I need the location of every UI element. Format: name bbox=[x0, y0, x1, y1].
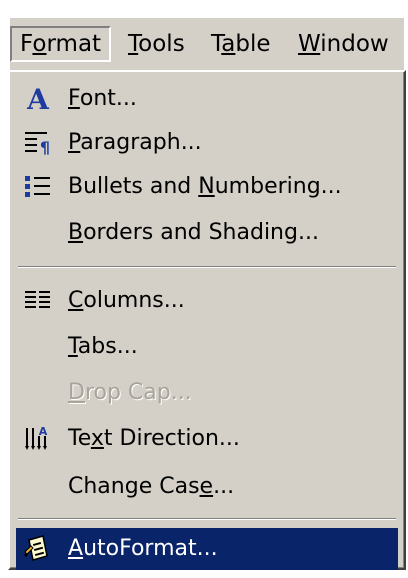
menu-table-mnemonic: a bbox=[221, 31, 236, 57]
tabs-label-text: abs... bbox=[77, 334, 138, 359]
menu-item-autoformat-label: AutoFormat... bbox=[68, 528, 218, 570]
change-case-label-text-a: Change Cas bbox=[68, 474, 200, 499]
font-label-text: ont... bbox=[79, 86, 137, 111]
menu-table-text-a: T bbox=[211, 31, 222, 57]
menu-window[interactable]: Window bbox=[298, 26, 389, 62]
menu-item-text-direction[interactable]: A Text Direction... bbox=[16, 418, 398, 460]
menu-item-change-case[interactable]: Change Case... bbox=[16, 466, 398, 508]
bullets-icon bbox=[22, 172, 54, 202]
menu-item-tabs-label: Tabs... bbox=[68, 326, 138, 368]
text-direction-icon: A bbox=[22, 424, 54, 454]
bullets-mnemonic: N bbox=[198, 174, 215, 199]
font-mnemonic: F bbox=[68, 86, 80, 111]
paragraph-label-text: aragraph... bbox=[80, 130, 202, 155]
menu-item-paragraph-label: Paragraph... bbox=[68, 122, 202, 164]
menu-item-columns[interactable]: Columns... bbox=[16, 280, 398, 322]
menu-table[interactable]: Table bbox=[211, 26, 271, 62]
bullets-label-text-b: umbering... bbox=[214, 174, 342, 199]
drop-cap-mnemonic: D bbox=[68, 380, 85, 405]
change-case-mnemonic: e bbox=[199, 474, 214, 499]
menu-tools[interactable]: Tools bbox=[128, 26, 185, 62]
menu-table-text-b: ble bbox=[235, 31, 271, 57]
menu-format[interactable]: Format bbox=[10, 26, 112, 62]
menu-window-mnemonic: W bbox=[298, 31, 321, 57]
columns-icon bbox=[22, 286, 54, 316]
font-icon: A bbox=[22, 84, 54, 114]
paragraph-icon: ¶ bbox=[22, 128, 54, 158]
menu-item-drop-cap-label: Drop Cap... bbox=[68, 372, 192, 414]
menu-window-text: indow bbox=[320, 31, 389, 57]
autoformat-label-text: utoFormat... bbox=[83, 536, 218, 561]
paragraph-mnemonic: P bbox=[68, 130, 81, 155]
svg-text:¶: ¶ bbox=[40, 138, 50, 157]
svg-text:A: A bbox=[39, 425, 48, 438]
menu-item-change-case-label: Change Case... bbox=[68, 466, 234, 508]
menu-tools-mnemonic: T bbox=[128, 31, 139, 57]
menu-format-text-a: F bbox=[20, 31, 33, 57]
menu-separator bbox=[18, 266, 396, 268]
menu-item-columns-label: Columns... bbox=[68, 280, 185, 322]
menu-format-text-b: rmat bbox=[46, 31, 102, 57]
menu-item-borders-label: Borders and Shading... bbox=[68, 212, 319, 254]
tabs-mnemonic: T bbox=[68, 334, 78, 359]
format-dropdown-menu: A Font... ¶ Paragraph... Bullets and Num… bbox=[8, 70, 406, 570]
borders-mnemonic: B bbox=[68, 220, 84, 245]
menu-item-borders-shading[interactable]: Borders and Shading... bbox=[16, 212, 398, 254]
menu-item-drop-cap: Drop Cap... bbox=[16, 372, 398, 414]
columns-label-text: olumns... bbox=[83, 288, 185, 313]
menu-item-text-direction-label: Text Direction... bbox=[68, 418, 240, 460]
columns-mnemonic: C bbox=[68, 288, 84, 313]
menu-item-paragraph[interactable]: ¶ Paragraph... bbox=[16, 122, 398, 164]
autoformat-mnemonic: A bbox=[68, 536, 84, 561]
autoformat-icon bbox=[22, 534, 54, 564]
menu-item-bullets-numbering[interactable]: Bullets and Numbering... bbox=[16, 166, 398, 208]
svg-text:A: A bbox=[26, 85, 50, 113]
menu-bar: Format Tools Table Window bbox=[10, 18, 404, 70]
menu-item-autoformat[interactable]: AutoFormat... bbox=[16, 528, 398, 570]
menu-item-bullets-label: Bullets and Numbering... bbox=[68, 166, 342, 208]
menu-tools-text: ools bbox=[138, 31, 185, 57]
text-direction-label-text-a: Te bbox=[68, 426, 91, 451]
borders-label-text: orders and Shading... bbox=[83, 220, 319, 245]
drop-cap-label-text: rop Cap... bbox=[84, 380, 192, 405]
menu-item-tabs[interactable]: Tabs... bbox=[16, 326, 398, 368]
text-direction-label-text-b: t Direction... bbox=[103, 426, 240, 451]
menu-item-font-label: Font... bbox=[68, 78, 137, 120]
menu-separator bbox=[18, 518, 396, 520]
menu-item-font[interactable]: A Font... bbox=[16, 78, 398, 120]
change-case-label-text-b: ... bbox=[213, 474, 235, 499]
menu-format-mnemonic: o bbox=[32, 31, 47, 57]
bullets-label-text-a: Bullets and bbox=[68, 174, 199, 199]
text-direction-mnemonic: x bbox=[90, 426, 104, 451]
